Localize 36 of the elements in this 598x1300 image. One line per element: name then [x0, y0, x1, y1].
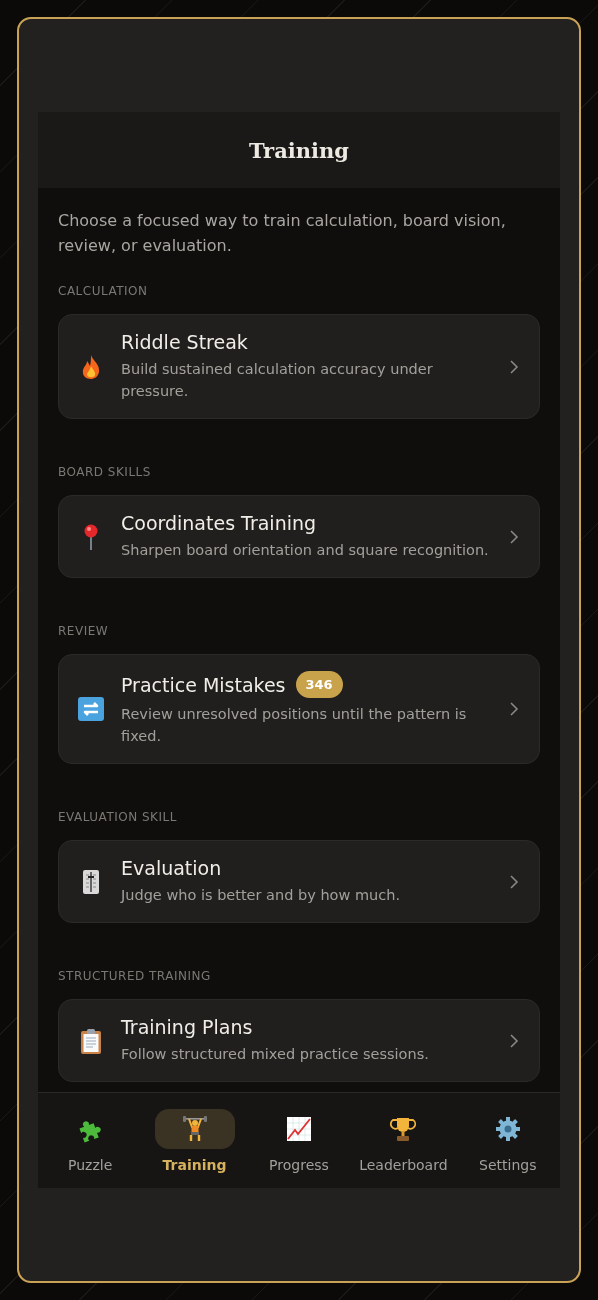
- section-label: BOARD SKILLS: [58, 465, 152, 479]
- nav-tab[interactable]: Puzzle: [40, 1108, 141, 1173]
- count-badge: 346: [295, 671, 343, 698]
- card-description: Judge who is better and by how much.: [121, 886, 401, 905]
- card-title: Practice Mistakes: [121, 673, 286, 696]
- chevron-right-icon: [509, 1032, 519, 1049]
- chevron-right-icon: [509, 358, 519, 375]
- card-title: Training Plans: [121, 1016, 253, 1038]
- card-description: Review unresolved positions until the pattern is fixed.: [121, 705, 468, 746]
- chevron-right-icon: [509, 701, 519, 717]
- chevron-right-icon: [509, 873, 519, 890]
- nav-tab[interactable]: Progress: [248, 1108, 349, 1173]
- training-card[interactable]: Evaluation Judge who is better and by how much.: [58, 840, 540, 923]
- gear-icon: [493, 1114, 522, 1143]
- section-label: STRUCTURED TRAINING: [58, 969, 212, 983]
- card-description: Build sustained calculation accuracy under pressure.: [121, 360, 434, 401]
- weightlifter-icon: [180, 1114, 209, 1143]
- training-card[interactable]: Practice Mistakes 346 Review unresolved positions until the pattern is fixed.: [58, 654, 540, 764]
- card-description: Follow structured mixed practice sessions.: [121, 1045, 430, 1064]
- nav-tab[interactable]: Leaderboard: [353, 1108, 454, 1173]
- section-label: CALCULATION: [58, 284, 149, 298]
- card-description: Sharpen board orientation and square recognition.: [121, 541, 490, 560]
- training-card[interactable]: Training Plans Follow structured mixed practice sessions.: [58, 999, 540, 1082]
- nav-tab[interactable]: Settings: [457, 1108, 558, 1173]
- chevron-right-icon: [509, 528, 519, 545]
- card-title: Coordinates Training: [121, 512, 317, 534]
- training-card[interactable]: Riddle Streak Build sustained calculation accuracy under pressure.: [58, 314, 540, 419]
- training-card[interactable]: Coordinates Training Sharpen board orientation and square recognition.: [58, 495, 540, 578]
- card-title: Evaluation: [121, 857, 222, 879]
- section-label: REVIEW: [58, 624, 110, 638]
- intro-text: Choose a focused way to train calculation, board vision, review, or evaluation.: [58, 210, 507, 257]
- swap-arrows-icon: [77, 695, 105, 723]
- section-label: EVALUATION SKILL: [58, 810, 178, 824]
- card-title: Riddle Streak: [121, 331, 248, 353]
- line-chart-icon: [284, 1114, 313, 1143]
- page-title: Training: [249, 137, 349, 163]
